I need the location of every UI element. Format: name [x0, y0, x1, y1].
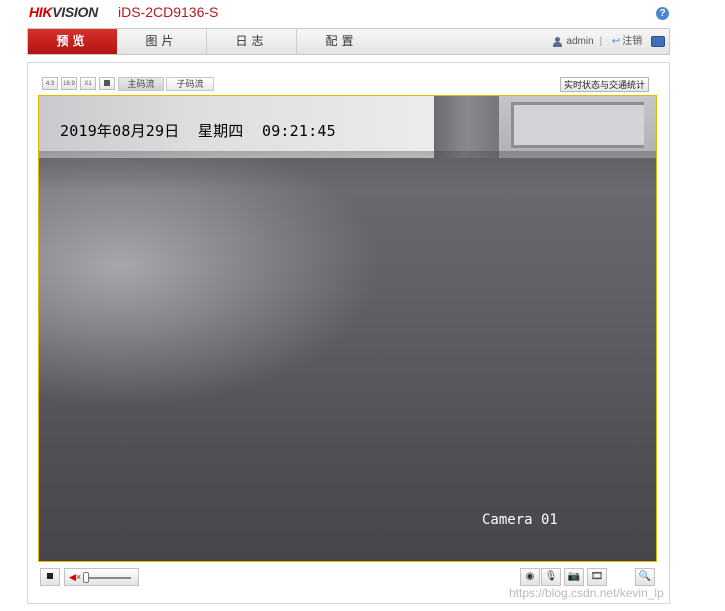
- eagle-eye-button[interactable]: ◉: [520, 568, 540, 586]
- video-record-icon: 🎞: [590, 571, 604, 582]
- logout-link[interactable]: 注销: [622, 36, 642, 47]
- ratio-4-3-button[interactable]: 4:3: [42, 77, 58, 90]
- brand-logo: HIKVISION: [29, 4, 98, 20]
- playback-controls: ◀× ◉ 🎙 📷 🎞 🔍: [38, 566, 657, 588]
- panel-toggle-icon[interactable]: [651, 36, 665, 47]
- osd-camera-name: Camera 01: [482, 512, 558, 528]
- nav-separator: |: [599, 36, 603, 47]
- tab-preview[interactable]: 预览: [28, 29, 117, 54]
- sub-stream-tab[interactable]: 子码流: [166, 77, 214, 91]
- logout-icon[interactable]: ↩: [612, 29, 620, 54]
- audio-control: ◀×: [64, 568, 139, 586]
- zoom-button[interactable]: 🔍: [635, 568, 655, 586]
- zoom-icon: 🔍: [638, 571, 652, 582]
- osd-timestamp: 2019年08月29日 星期四 09:21:45: [60, 122, 336, 140]
- username: admin: [566, 36, 594, 47]
- microphone-icon: 🎙: [544, 571, 558, 582]
- scene-beam: [434, 96, 499, 158]
- preview-toolbar: 4:3 16:9 X1 主码流 子码流 实时状态与交通统计: [38, 75, 657, 93]
- help-icon[interactable]: ?: [656, 7, 669, 20]
- video-viewport[interactable]: 2019年08月29日 星期四 09:21:45 Camera 01: [38, 95, 657, 562]
- scene-shadow: [39, 151, 656, 191]
- volume-slider[interactable]: [83, 572, 89, 583]
- stop-icon: [47, 573, 53, 580]
- volume-track[interactable]: [83, 577, 131, 579]
- record-button[interactable]: 🎞: [587, 568, 607, 586]
- device-model: iDS-2CD9136-S: [118, 4, 219, 20]
- realtime-stats-button[interactable]: 实时状态与交通统计: [559, 77, 649, 92]
- scene-window-frame: [499, 96, 656, 158]
- tab-log[interactable]: 日志: [207, 29, 297, 54]
- user-icon: [553, 36, 563, 47]
- auto-fit-button[interactable]: [99, 77, 115, 90]
- speaker-muted-icon[interactable]: ◀×: [69, 572, 81, 583]
- main-stream-tab[interactable]: 主码流: [118, 77, 164, 91]
- original-size-button[interactable]: X1: [80, 77, 96, 90]
- main-nav: 预览 图片 日志 配置 admin | ↩ 注销: [27, 28, 670, 55]
- user-area: admin | ↩ 注销: [553, 29, 665, 54]
- tab-pictures[interactable]: 图片: [117, 29, 207, 54]
- talk-button[interactable]: 🎙: [541, 568, 561, 586]
- camera-icon: 📷: [567, 571, 581, 582]
- eye-icon: ◉: [525, 571, 535, 582]
- ratio-16-9-button[interactable]: 16:9: [61, 77, 77, 90]
- tab-config[interactable]: 配置: [297, 29, 386, 54]
- stop-button[interactable]: [40, 568, 60, 586]
- watermark: https://blog.csdn.net/kevin_lp: [509, 586, 664, 600]
- capture-button[interactable]: 📷: [564, 568, 584, 586]
